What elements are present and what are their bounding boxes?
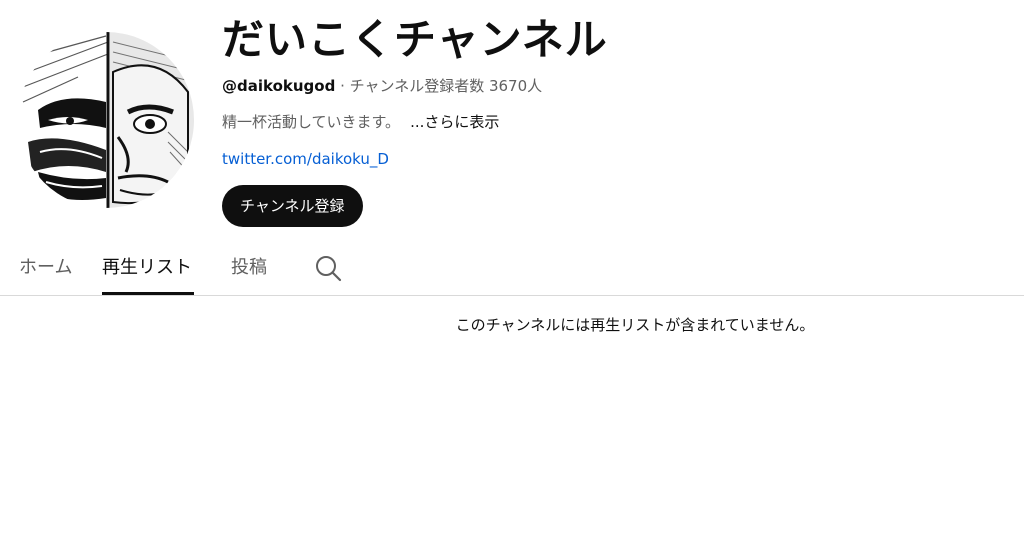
description-text: 精一杯活動していきます。 [222, 113, 401, 131]
channel-name: だいこくチャンネル [222, 15, 608, 64]
tab-playlists[interactable]: 再生リスト [102, 240, 194, 295]
tab-posts[interactable]: 投稿 [231, 240, 267, 295]
channel-search-button[interactable] [314, 254, 342, 282]
show-more-link[interactable]: ...さらに表示 [410, 113, 499, 131]
channel-header: だいこくチャンネル @daikokugod · チャンネル登録者数 3670人 … [0, 0, 1024, 240]
subscriber-count: チャンネル登録者数 3670人 [349, 77, 543, 95]
channel-handle: @daikokugod [222, 77, 336, 95]
channel-avatar[interactable] [18, 32, 194, 208]
meta-separator: · [335, 77, 350, 95]
avatar-illustration [18, 32, 194, 208]
channel-tabs: ホーム 再生リスト 投稿 [0, 240, 1024, 296]
channel-external-link[interactable]: twitter.com/daikoku_D [222, 148, 389, 170]
subscribe-button[interactable]: チャンネル登録 [222, 185, 363, 227]
channel-description: 精一杯活動していきます。 ...さらに表示 [222, 111, 499, 133]
search-icon [316, 256, 342, 282]
empty-playlists-message: このチャンネルには再生リストが含まれていません。 [455, 316, 815, 334]
channel-meta: @daikokugod · チャンネル登録者数 3670人 [222, 75, 542, 97]
tab-home[interactable]: ホーム [19, 240, 72, 295]
